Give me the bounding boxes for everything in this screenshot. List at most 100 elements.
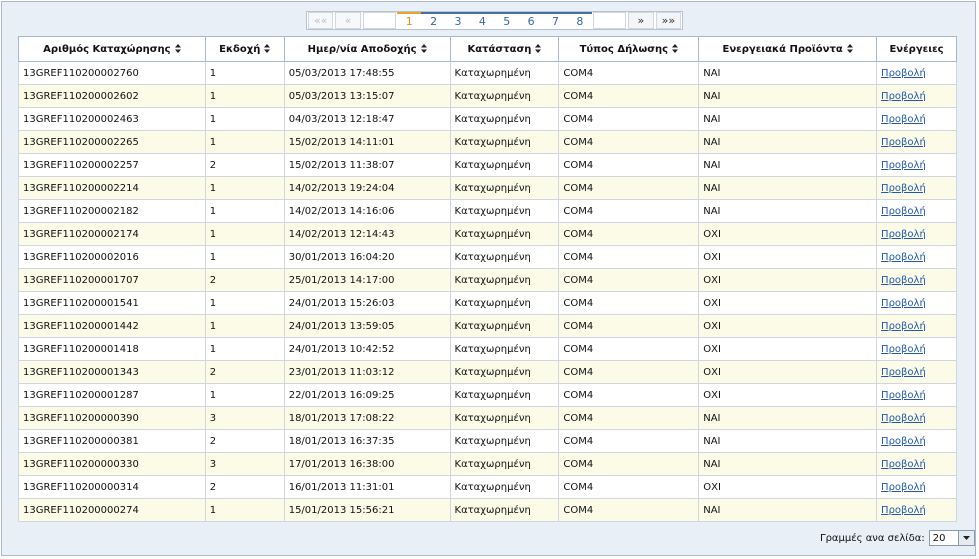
last-page-button[interactable]: »» xyxy=(655,12,682,29)
registration-number-cell: 13GREF110200002463 xyxy=(18,107,206,131)
sort-icon[interactable] xyxy=(535,44,542,53)
view-link[interactable]: Προβολή xyxy=(881,390,926,401)
registration-number-cell: 13GREF110200001707 xyxy=(18,268,206,292)
next-page-button[interactable]: » xyxy=(628,12,654,29)
chevron-down-icon[interactable] xyxy=(957,531,974,545)
energy-products-cell: ΝΑΙ xyxy=(698,429,878,453)
column-header-version[interactable]: Εκδοχή xyxy=(204,36,285,62)
view-link[interactable]: Προβολή xyxy=(881,367,926,378)
page-1[interactable]: 1 xyxy=(397,12,422,29)
page-8[interactable]: 8 xyxy=(567,12,593,29)
sort-icon[interactable] xyxy=(846,44,853,53)
acceptance-date-cell: 16/01/2013 11:31:01 xyxy=(283,475,451,499)
prev-page-button[interactable]: « xyxy=(335,12,361,29)
view-link[interactable]: Προβολή xyxy=(881,505,926,516)
sort-icon[interactable] xyxy=(420,44,427,53)
rows-per-page-select[interactable]: 20 xyxy=(928,530,975,546)
view-link[interactable]: Προβολή xyxy=(881,160,926,171)
table-row: 13GREF110200002214 1 14/02/2013 19:24:04 Κα… xyxy=(18,176,957,200)
energy-products-cell: ΟΧΙ xyxy=(698,314,878,338)
version-cell: 2 xyxy=(204,360,285,384)
view-link[interactable]: Προβολή xyxy=(881,137,926,148)
acceptance-date-cell: 22/01/2013 16:09:25 xyxy=(283,383,451,407)
energy-products-cell: ΟΧΙ xyxy=(698,337,878,361)
column-header-acceptance-date[interactable]: Ημερ/νία Αποδοχής xyxy=(283,36,451,62)
actions-cell: Προβολή xyxy=(876,176,957,200)
status-cell: Καταχωρημένη xyxy=(449,429,560,453)
acceptance-date-cell: 17/01/2013 16:38:00 xyxy=(283,452,451,476)
table-header-row: Αριθμός Καταχώρησης Εκδοχή Ημερ/νία Αποδ… xyxy=(18,36,957,62)
page-7[interactable]: 7 xyxy=(543,12,568,29)
actions-cell: Προβολή xyxy=(876,337,957,361)
sort-icon[interactable] xyxy=(264,44,271,53)
view-link[interactable]: Προβολή xyxy=(881,229,926,240)
page-6[interactable]: 6 xyxy=(518,12,544,29)
table-row: 13GREF110200001418 1 24/01/2013 10:42:52 Κα… xyxy=(18,337,957,361)
view-link[interactable]: Προβολή xyxy=(881,91,926,102)
acceptance-date-cell: 15/01/2013 15:56:21 xyxy=(283,498,451,522)
declaration-type-cell: COM4 xyxy=(558,153,700,177)
sort-icon[interactable] xyxy=(174,44,181,53)
view-link[interactable]: Προβολή xyxy=(881,252,926,263)
acceptance-date-cell: 05/03/2013 17:48:55 xyxy=(283,61,451,85)
status-cell: Καταχωρημένη xyxy=(449,337,560,361)
version-cell: 2 xyxy=(204,153,285,177)
column-header-energy-products[interactable]: Ενεργειακά Προϊόντα xyxy=(698,36,878,62)
energy-products-cell: ΝΑΙ xyxy=(698,84,878,108)
registration-number-cell: 13GREF110200002602 xyxy=(18,84,206,108)
page-5[interactable]: 5 xyxy=(494,12,519,29)
pager: «« « 1 2 3 4 5 6 7 8 » »» xyxy=(306,11,683,30)
view-link[interactable]: Προβολή xyxy=(881,114,926,125)
registration-number-cell: 13GREF110200002265 xyxy=(18,130,206,154)
version-cell: 2 xyxy=(204,475,285,499)
acceptance-date-cell: 18/01/2013 16:37:35 xyxy=(283,429,451,453)
registration-number-cell: 13GREF110200001418 xyxy=(18,337,206,361)
version-cell: 1 xyxy=(204,314,285,338)
view-link[interactable]: Προβολή xyxy=(881,183,926,194)
table-row: 13GREF110200001287 1 22/01/2013 16:09:25 Κα… xyxy=(18,383,957,407)
column-header-registration-number[interactable]: Αριθμός Καταχώρησης xyxy=(18,36,206,62)
first-page-button[interactable]: «« xyxy=(308,12,334,29)
acceptance-date-cell: 23/01/2013 11:03:12 xyxy=(283,360,451,384)
table-row: 13GREF110200000390 3 18/01/2013 17:08:22 Κα… xyxy=(18,406,957,430)
registration-number-cell: 13GREF110200000381 xyxy=(18,429,206,453)
page-2[interactable]: 2 xyxy=(421,12,446,29)
view-link[interactable]: Προβολή xyxy=(881,413,926,424)
acceptance-date-cell: 24/01/2013 10:42:52 xyxy=(283,337,451,361)
status-cell: Καταχωρημένη xyxy=(449,383,560,407)
column-header-status[interactable]: Κατάσταση xyxy=(449,36,560,62)
page-3[interactable]: 3 xyxy=(445,12,471,29)
version-cell: 1 xyxy=(204,291,285,315)
view-link[interactable]: Προβολή xyxy=(881,459,926,470)
energy-products-cell: ΝΑΙ xyxy=(698,107,878,131)
view-link[interactable]: Προβολή xyxy=(881,298,926,309)
sort-icon[interactable] xyxy=(672,44,679,53)
energy-products-cell: ΝΑΙ xyxy=(698,199,878,223)
view-link[interactable]: Προβολή xyxy=(881,436,926,447)
energy-products-cell: ΟΧΙ xyxy=(698,222,878,246)
actions-cell: Προβολή xyxy=(876,61,957,85)
energy-products-cell: ΝΑΙ xyxy=(698,61,878,85)
registration-number-cell: 13GREF110200002016 xyxy=(18,245,206,269)
declaration-type-cell: COM4 xyxy=(558,429,700,453)
view-link[interactable]: Προβολή xyxy=(881,482,926,493)
registration-number-cell: 13GREF110200000330 xyxy=(18,452,206,476)
version-cell: 1 xyxy=(204,498,285,522)
energy-products-cell: ΟΧΙ xyxy=(698,360,878,384)
declaration-type-cell: COM4 xyxy=(558,291,700,315)
page-4[interactable]: 4 xyxy=(470,12,495,29)
declaration-type-cell: COM4 xyxy=(558,245,700,269)
energy-products-cell: ΝΑΙ xyxy=(698,153,878,177)
column-header-declaration-type[interactable]: Τύπος Δήλωσης xyxy=(558,36,700,62)
version-cell: 1 xyxy=(204,383,285,407)
view-link[interactable]: Προβολή xyxy=(881,275,926,286)
actions-cell: Προβολή xyxy=(876,383,957,407)
view-link[interactable]: Προβολή xyxy=(881,321,926,332)
view-link[interactable]: Προβολή xyxy=(881,344,926,355)
view-link[interactable]: Προβολή xyxy=(881,206,926,217)
view-link[interactable]: Προβολή xyxy=(881,68,926,79)
acceptance-date-cell: 14/02/2013 12:14:43 xyxy=(283,222,451,246)
status-cell: Καταχωρημένη xyxy=(449,199,560,223)
acceptance-date-cell: 14/02/2013 14:16:06 xyxy=(283,199,451,223)
column-header-actions: Ενέργειες xyxy=(876,36,957,62)
